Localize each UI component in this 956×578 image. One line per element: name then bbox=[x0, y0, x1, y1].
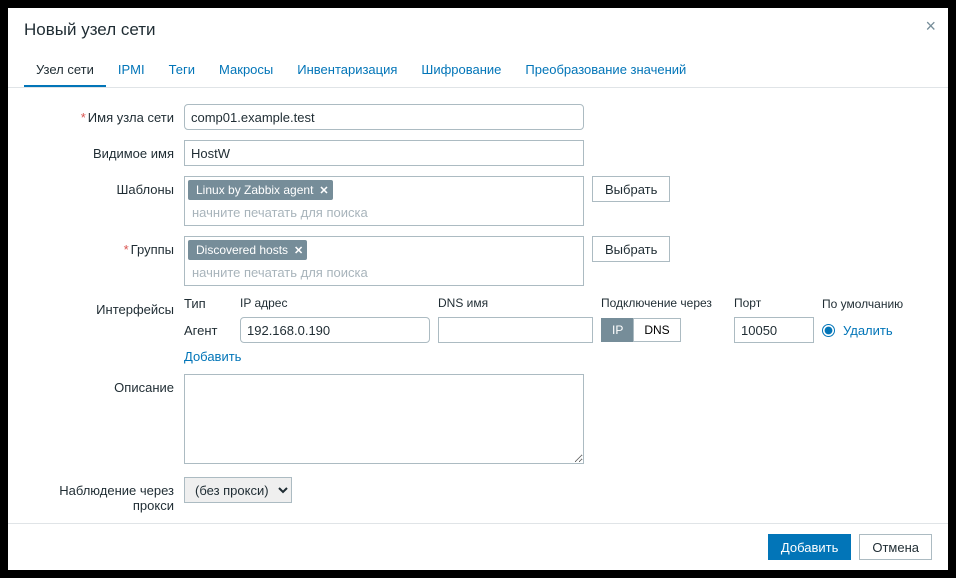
tab-bar: Узел сети IPMI Теги Макросы Инвентаризац… bbox=[8, 54, 948, 88]
tab-tags[interactable]: Теги bbox=[157, 54, 207, 87]
modal-footer: Добавить Отмена bbox=[8, 523, 948, 570]
host-name-input[interactable] bbox=[184, 104, 584, 130]
modal-title: Новый узел сети bbox=[24, 20, 932, 40]
iface-conn-toggle: IP DNS bbox=[601, 318, 681, 342]
tab-host[interactable]: Узел сети bbox=[24, 54, 106, 87]
tab-inventory[interactable]: Инвентаризация bbox=[285, 54, 409, 87]
tab-ipmi[interactable]: IPMI bbox=[106, 54, 157, 87]
label-templates: Шаблоны bbox=[24, 176, 184, 197]
tab-valuemap[interactable]: Преобразование значений bbox=[513, 54, 698, 87]
add-interface-link[interactable]: Добавить bbox=[184, 349, 241, 364]
templates-placeholder: начните печатать для поиска bbox=[188, 203, 580, 222]
visible-name-input[interactable] bbox=[184, 140, 584, 166]
iface-dns-input[interactable] bbox=[438, 317, 593, 343]
templates-input[interactable]: Linux by Zabbix agent ✕ начните печатать… bbox=[184, 176, 584, 226]
conn-ip-button[interactable]: IP bbox=[601, 318, 633, 342]
label-visible-name: Видимое имя bbox=[24, 140, 184, 161]
iface-h-dns: DNS имя bbox=[438, 296, 593, 311]
modal-header: Новый узел сети bbox=[8, 8, 948, 48]
proxy-select[interactable]: (без прокси) bbox=[184, 477, 292, 503]
label-description: Описание bbox=[24, 374, 184, 395]
template-tag: Linux by Zabbix agent ✕ bbox=[188, 180, 333, 200]
iface-header-row: Тип IP адрес DNS имя Подключение через П… bbox=[184, 296, 932, 311]
label-proxy: Наблюдение через прокси bbox=[24, 477, 184, 513]
label-host-name: *Имя узла сети bbox=[24, 104, 184, 125]
remove-group-icon[interactable]: ✕ bbox=[294, 244, 303, 257]
iface-h-type: Тип bbox=[184, 296, 232, 311]
iface-remove-link[interactable]: Удалить bbox=[843, 323, 893, 338]
iface-h-ip: IP адрес bbox=[240, 296, 430, 311]
cancel-button[interactable]: Отмена bbox=[859, 534, 932, 560]
description-textarea[interactable] bbox=[184, 374, 584, 464]
label-interfaces: Интерфейсы bbox=[24, 296, 184, 317]
select-templates-button[interactable]: Выбрать bbox=[592, 176, 670, 202]
select-groups-button[interactable]: Выбрать bbox=[592, 236, 670, 262]
groups-placeholder: начните печатать для поиска bbox=[188, 263, 580, 282]
iface-h-conn: Подключение через bbox=[601, 296, 726, 311]
label-groups: *Группы bbox=[24, 236, 184, 257]
iface-h-port: Порт bbox=[734, 296, 814, 311]
add-button[interactable]: Добавить bbox=[768, 534, 851, 560]
close-icon[interactable]: × bbox=[925, 16, 936, 37]
modal-new-host: × Новый узел сети Узел сети IPMI Теги Ма… bbox=[8, 8, 948, 570]
form-body: *Имя узла сети Видимое имя Шаблоны Linux… bbox=[8, 88, 948, 523]
iface-default-radio[interactable] bbox=[822, 324, 835, 337]
iface-type-label: Агент bbox=[184, 323, 232, 338]
group-tag: Discovered hosts ✕ bbox=[188, 240, 307, 260]
conn-dns-button[interactable]: DNS bbox=[633, 318, 680, 342]
remove-template-icon[interactable]: ✕ bbox=[319, 184, 328, 197]
groups-input[interactable]: Discovered hosts ✕ начните печатать для … bbox=[184, 236, 584, 286]
tab-encryption[interactable]: Шифрование bbox=[409, 54, 513, 87]
iface-h-def: По умолчанию bbox=[822, 296, 917, 311]
iface-row: Агент IP DNS Удалить bbox=[184, 317, 932, 343]
tab-macros[interactable]: Макросы bbox=[207, 54, 285, 87]
iface-ip-input[interactable] bbox=[240, 317, 430, 343]
iface-port-input[interactable] bbox=[734, 317, 814, 343]
